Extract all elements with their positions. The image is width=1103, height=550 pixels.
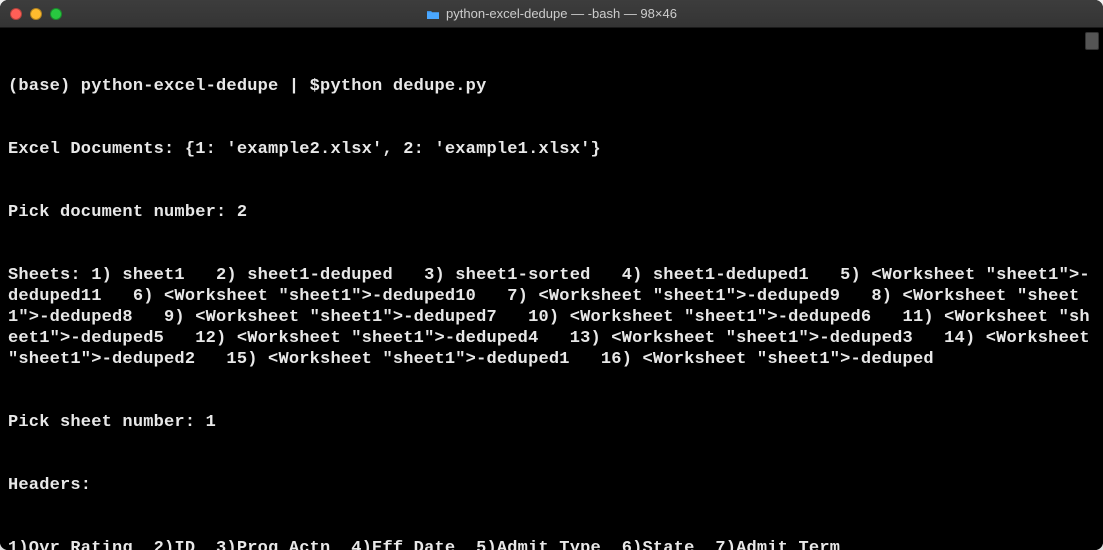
titlebar[interactable]: python-excel-dedupe — -bash — 98×46 <box>0 0 1103 28</box>
terminal-line: Headers: <box>8 475 1095 496</box>
terminal-line: Sheets: 1) sheet1 2) sheet1-deduped 3) s… <box>8 265 1095 370</box>
terminal-window: python-excel-dedupe — -bash — 98×46 (bas… <box>0 0 1103 550</box>
terminal-body[interactable]: (base) python-excel-dedupe | $python ded… <box>0 28 1103 550</box>
close-icon[interactable] <box>10 8 22 20</box>
folder-icon <box>426 8 440 19</box>
zoom-icon[interactable] <box>50 8 62 20</box>
terminal-line: 1)Ovr Rating 2)ID 3)Prog Actn 4)Eff Date… <box>8 538 1095 550</box>
window-title: python-excel-dedupe — -bash — 98×46 <box>446 6 677 21</box>
terminal-line: Pick document number: 2 <box>8 202 1095 223</box>
minimize-icon[interactable] <box>30 8 42 20</box>
terminal-line: (base) python-excel-dedupe | $python ded… <box>8 76 1095 97</box>
window-title-group: python-excel-dedupe — -bash — 98×46 <box>0 6 1103 21</box>
terminal-line: Pick sheet number: 1 <box>8 412 1095 433</box>
terminal-line: Excel Documents: {1: 'example2.xlsx', 2:… <box>8 139 1095 160</box>
terminal-output: (base) python-excel-dedupe | $python ded… <box>8 34 1095 550</box>
traffic-lights <box>10 8 62 20</box>
scrollbar-thumb[interactable] <box>1085 32 1099 50</box>
